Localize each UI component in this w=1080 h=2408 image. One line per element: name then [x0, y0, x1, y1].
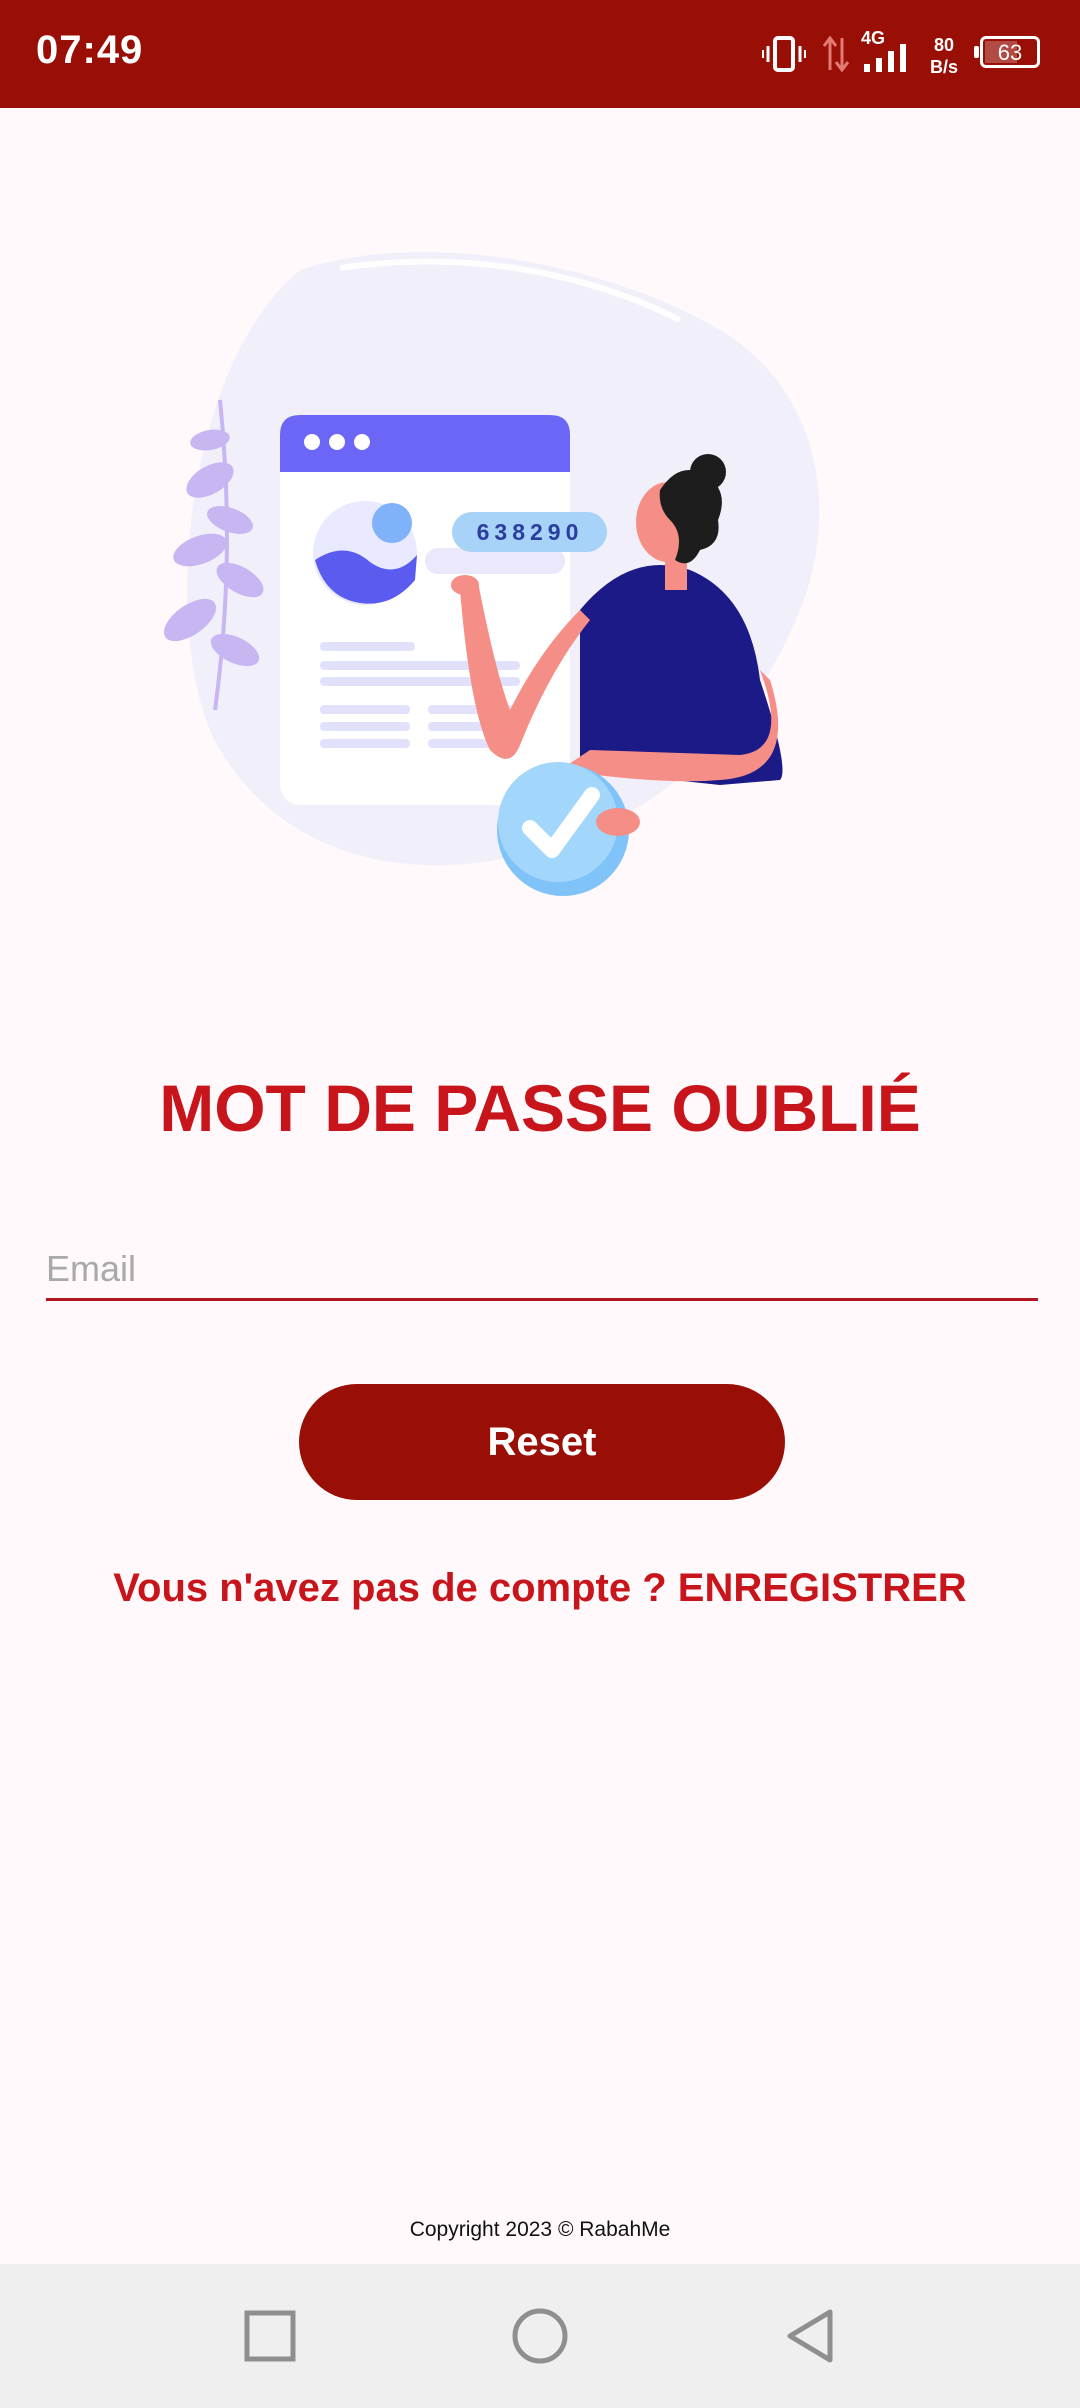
battery-icon: 63 — [980, 36, 1040, 68]
battery-nub — [974, 46, 979, 58]
status-bar: 07:49 4G 80 B/s 63 — [0, 0, 1080, 108]
page-title: MOT DE PASSE OUBLIÉ — [159, 1071, 921, 1145]
status-time: 07:49 — [36, 28, 144, 72]
net-speed-unit: B/s — [929, 57, 958, 77]
verification-code: 638290 — [477, 519, 584, 545]
net-speed: 80 B/s — [926, 34, 962, 78]
back-triangle-icon — [787, 2309, 833, 2363]
home-circle-icon — [512, 2308, 568, 2364]
email-field[interactable] — [46, 1240, 1038, 1301]
vibrate-icon — [762, 36, 806, 72]
reset-button[interactable]: Reset — [299, 1384, 785, 1500]
net-speed-value: 80 — [933, 35, 955, 55]
recents-button[interactable] — [190, 2264, 350, 2408]
forgot-password-illustration: 638290 — [163, 252, 820, 896]
register-link[interactable]: Vous n'avez pas de compte ? ENREGISTRER — [0, 1566, 1080, 1611]
recents-square-icon — [244, 2310, 296, 2362]
back-button[interactable] — [730, 2264, 890, 2408]
data-transfer-icon — [822, 35, 850, 73]
home-button[interactable] — [460, 2264, 620, 2408]
copyright-text: Copyright 2023 © RabahMe — [409, 2218, 671, 2241]
signal-icon — [864, 44, 906, 72]
browser-window-icon — [280, 415, 570, 805]
navigation-bar — [0, 2264, 1080, 2408]
battery-level: 63 — [997, 40, 1023, 65]
